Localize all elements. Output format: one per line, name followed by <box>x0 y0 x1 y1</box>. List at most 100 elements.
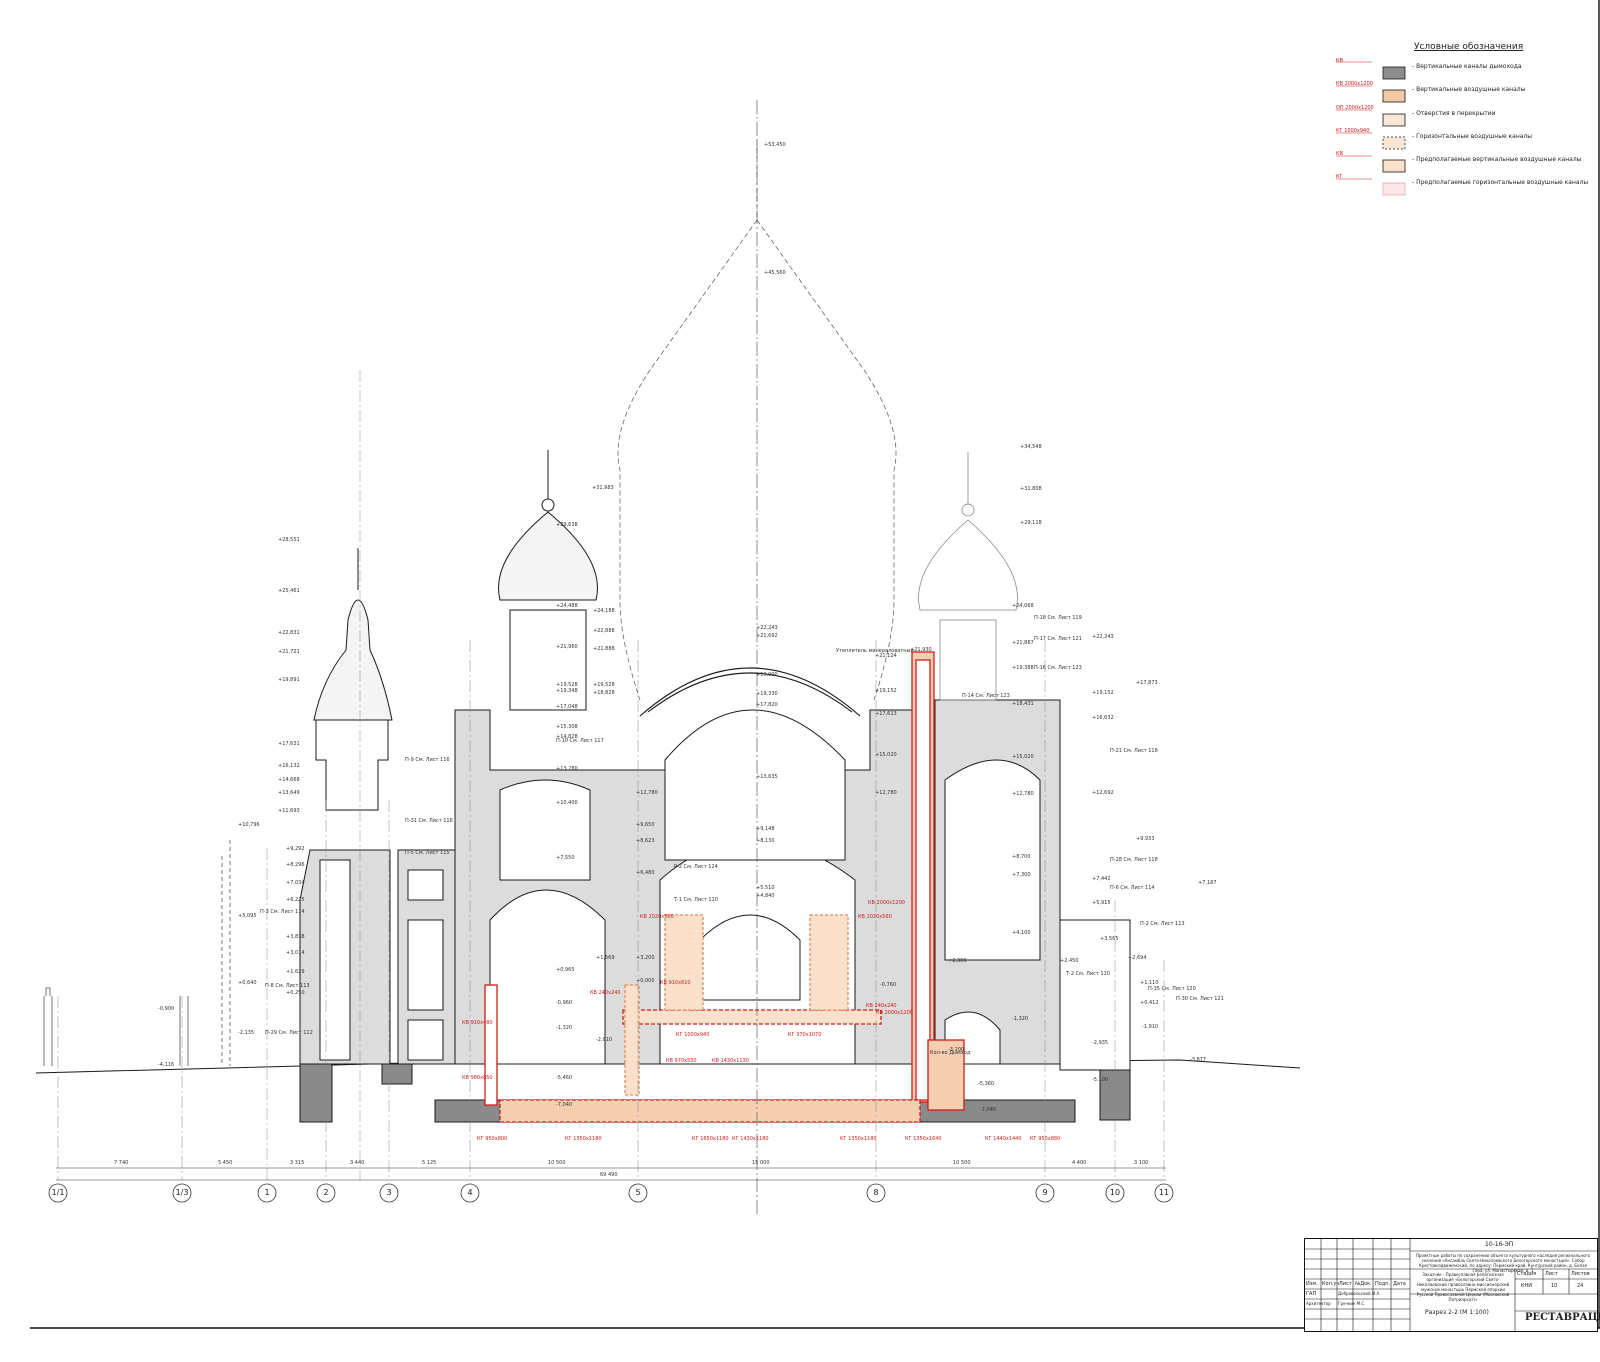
callout-ref: П-14 См. Лист 123 <box>962 693 1010 699</box>
person-name: Добровольский М.А. <box>1338 1291 1381 1296</box>
sheets-total: 24 <box>1577 1283 1584 1289</box>
dimension-label: 10 500 <box>953 1160 971 1166</box>
duct-label: КВ 2020x560 <box>640 914 674 920</box>
duct-label: КВ 1430x1130 <box>712 1058 749 1064</box>
elevation-mark: +16,132 <box>278 763 300 769</box>
elevation-mark: +53,450 <box>764 142 786 148</box>
elevation-mark: +12,780 <box>875 790 897 796</box>
callout-ref: П-3 См. Лист 114 <box>260 909 305 915</box>
elevation-mark: -5,360 <box>978 1081 995 1087</box>
elevation-mark: +34,548 <box>1020 444 1042 450</box>
dimension-label: 10 500 <box>548 1160 566 1166</box>
elevation-mark: +24,068 <box>1012 603 1034 609</box>
callout-ref: П-21 См. Лист 118 <box>1110 748 1158 754</box>
elevation-mark: +0,412 <box>1140 1000 1159 1006</box>
dimension-label: 4 400 <box>1072 1160 1087 1166</box>
elevation-mark: +7,187 <box>1198 880 1217 886</box>
dimension-label: 3 100 <box>1134 1160 1149 1166</box>
duct-label: КГ 1350x1180 <box>840 1136 877 1142</box>
elevation-mark: +12,780 <box>636 790 658 796</box>
duct-label: КВ 2000x1200 <box>876 1010 913 1016</box>
elevation-mark: +7,300 <box>1012 872 1031 878</box>
person-name: Гречкин М.С. <box>1338 1301 1366 1306</box>
callout-ref: Р-2 См. Лист 124 <box>674 864 718 870</box>
col-header: Лист <box>1339 1281 1352 1287</box>
duct-label: КГ 370x1070 <box>788 1032 822 1038</box>
elevation-mark: -0,760 <box>880 982 897 988</box>
callout-ref: П-9 См. Лист 116 <box>405 757 450 763</box>
duct-label: КВ 970x530 <box>666 1058 697 1064</box>
axis-label: 1/1 <box>51 1188 65 1197</box>
elevation-mark: +5,095 <box>238 913 257 919</box>
elevation-mark: +5,915 <box>1092 900 1111 906</box>
duct-label: КВ 2020x560 <box>858 914 892 920</box>
sheet-header: Лист <box>1545 1271 1558 1277</box>
callout-ref: П-31 См. Лист 116 <box>405 818 453 824</box>
callout-ref: Т-2 См. Лист 110 <box>1066 971 1110 977</box>
elevation-mark: +15,020 <box>875 752 897 758</box>
col-header: №Док. <box>1355 1281 1372 1287</box>
elevation-mark: +13,280 <box>556 766 578 772</box>
elevation-mark: +19,891 <box>278 677 300 683</box>
duct-label: КВ 980x850 <box>462 1075 493 1081</box>
elevation-mark: +8,296 <box>286 862 305 868</box>
axis-label: 9 <box>1042 1188 1048 1197</box>
role-label: ГАП <box>1306 1291 1317 1297</box>
elevation-mark: -5,460 <box>556 1075 573 1081</box>
elevation-mark: +45,560 <box>764 270 786 276</box>
duct-label: КГ 1440x1440 <box>985 1136 1022 1142</box>
chimney-note: Кол-во Дымход <box>930 1050 971 1056</box>
elevation-mark: +7,034 <box>286 880 305 886</box>
stage-value: КНИ <box>1521 1283 1533 1289</box>
elevation-mark: +2,300 <box>948 958 967 964</box>
elevation-mark: +17,048 <box>556 704 578 710</box>
col-header: Дата <box>1393 1281 1406 1287</box>
elevation-mark: +10,400 <box>556 800 578 806</box>
col-header: Подп. <box>1375 1281 1391 1287</box>
left-cupola <box>498 450 598 711</box>
elevation-mark: +8,130 <box>756 838 775 844</box>
elevation-mark: +15,308 <box>556 724 578 730</box>
elevation-mark: +5,510 <box>756 885 775 891</box>
elevation-mark: +19,900 <box>756 672 778 678</box>
elevation-mark: +13,635 <box>756 774 778 780</box>
duct-label: КГ 1350x1180 <box>565 1136 602 1142</box>
elevation-mark: +22,243 <box>1092 634 1114 640</box>
callout-ref: П-8 См. Лист 113 <box>265 983 310 989</box>
elevation-mark: -0,960 <box>556 1000 573 1006</box>
insulation-note: Утеплитель минераловатный <box>836 648 914 654</box>
duct-label: КГ 1650x1180 <box>692 1136 729 1142</box>
elevation-mark: -3,877 <box>1190 1057 1207 1063</box>
elevation-mark: +21,692 <box>756 633 778 639</box>
callout-ref: Т-1 См. Лист 110 <box>674 897 718 903</box>
elevation-mark: +9,933 <box>1136 836 1155 842</box>
elevation-mark: +3,014 <box>286 950 305 956</box>
elevation-mark: +9,292 <box>286 846 305 852</box>
callout-ref: П-2 См. Лист 113 <box>1140 921 1185 927</box>
duct-label: КГ 950x800 <box>477 1136 508 1142</box>
dimension-label: 5 125 <box>422 1160 437 1166</box>
duct-label: КВ 910x480 <box>462 1020 493 1026</box>
elevation-mark: +7,550 <box>556 855 575 861</box>
bell-tower-spire <box>313 548 393 721</box>
callout-ref: П-28 См. Лист 118 <box>1110 857 1158 863</box>
stage-header: Стадия <box>1517 1271 1537 1277</box>
elevation-mark: +21,721 <box>278 649 300 655</box>
elevation-mark: +3,565 <box>1100 936 1119 942</box>
elevation-mark: +19,152 <box>1092 690 1114 696</box>
elevation-mark: +19,330 <box>756 691 778 697</box>
sheets-header: Листов <box>1571 1271 1590 1277</box>
elevation-mark: +14,668 <box>278 777 300 783</box>
duct-label: КГ 1000x940 <box>676 1032 710 1038</box>
elevation-mark: +12,780 <box>1012 791 1034 797</box>
col-header: Кол.уч <box>1322 1281 1340 1287</box>
elevation-mark: +16,632 <box>1092 715 1114 721</box>
elevation-mark: +1,569 <box>596 955 615 961</box>
elevation-mark: +13,649 <box>278 790 300 796</box>
elevation-mark: +0,965 <box>556 967 575 973</box>
callout-ref: П-5 См. Лист 115 <box>405 850 450 856</box>
elevation-mark: -2,135 <box>238 1030 255 1036</box>
axis-label: 5 <box>635 1188 641 1197</box>
elevation-mark: +17,820 <box>756 702 778 708</box>
sheet-number: 10 <box>1551 1283 1558 1289</box>
